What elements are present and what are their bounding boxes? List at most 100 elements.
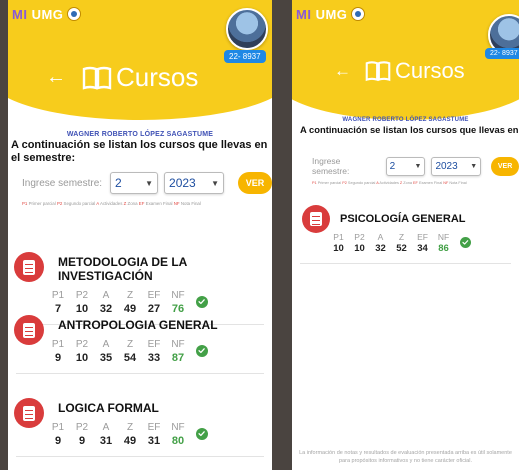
legend-desc: Actividades: [99, 201, 123, 206]
check-circle-icon: [460, 236, 471, 248]
grade-header: A: [102, 421, 110, 433]
grade-value: 33: [147, 351, 161, 364]
legend-key: P1: [22, 201, 28, 206]
legend-key: P1: [312, 181, 317, 185]
semester-label: Ingrese semestre:: [22, 177, 103, 189]
grade-value: 9: [78, 434, 86, 447]
course-icon: [14, 398, 44, 428]
course-name: ANTROPOLOGIA GENERAL: [58, 318, 218, 332]
legend-key: NF: [173, 201, 180, 206]
book-icon: [82, 66, 112, 90]
dropdown-caret-icon: ▼: [470, 162, 478, 170]
avatar[interactable]: [226, 8, 268, 50]
legend-desc: Segundo parcial: [63, 201, 96, 206]
document-icon: [22, 259, 36, 275]
grade-header: A: [377, 231, 384, 242]
back-arrow-icon[interactable]: ←: [334, 61, 351, 81]
grade-value: 54: [123, 351, 137, 364]
screen-left: MI UMG 22- 8937 ← Cursos WAGNER ROBERTO …: [8, 0, 272, 470]
legend-desc: Segundo parcial: [347, 181, 376, 185]
legend-key: P2: [342, 181, 347, 185]
grade-header: P1: [51, 289, 65, 301]
final-grade: 76: [171, 302, 185, 315]
year-select[interactable]: 2023 ▼: [164, 172, 224, 194]
grade-headers: P1 P2 A Z EF NF: [46, 422, 190, 433]
grade-headers: P1 P2 A Z EF NF: [328, 232, 454, 242]
grade-header: EF: [147, 338, 161, 350]
final-grade: 80: [171, 434, 185, 447]
student-id-badge: 22- 8937: [485, 48, 519, 59]
legend: P1 Primer parcial P2 Segundo parcial A A…: [312, 181, 467, 185]
year-select[interactable]: 2023 ▼: [431, 156, 482, 176]
grade-header: EF: [147, 421, 161, 433]
course-icon: [302, 205, 330, 233]
course-divider: [16, 455, 264, 457]
legend-key: EF: [413, 181, 418, 185]
grade-header: P2: [354, 231, 365, 242]
grade-value: 10: [354, 243, 365, 255]
grade-value: 7: [54, 302, 62, 315]
brand-logo: MI UMG: [12, 7, 82, 22]
grade-header: P2: [75, 421, 89, 433]
grade-header: A: [102, 338, 110, 350]
disclaimer-text: La información de notas y resultados de …: [299, 450, 512, 464]
grade-value: 27: [147, 302, 161, 315]
semester-select[interactable]: 2 ▼: [110, 172, 159, 194]
course-icon: [14, 252, 44, 282]
grade-header: EF: [417, 231, 428, 242]
crest-icon: [351, 7, 366, 21]
grade-header: P1: [51, 421, 65, 433]
ver-button[interactable]: VER: [491, 156, 519, 176]
grade-value: 9: [54, 434, 62, 447]
legend-desc: Actividades: [379, 181, 399, 185]
brand-logo: MI UMG: [296, 7, 366, 22]
legend-desc: Zona: [403, 181, 412, 185]
dropdown-caret-icon: ▼: [211, 178, 219, 188]
legend-desc: Primer parcial: [317, 181, 342, 185]
grade-header: P2: [75, 338, 89, 350]
grade-header: NF: [171, 289, 185, 301]
check-circle-icon: [196, 295, 208, 308]
title-row: ← Cursos: [46, 62, 198, 93]
legend-desc: Nota Final: [449, 181, 467, 185]
student-name: WAGNER ROBERTO LÓPEZ SAGASTUME: [66, 131, 214, 138]
grade-header: Z: [126, 338, 134, 350]
back-arrow-icon[interactable]: ←: [46, 66, 66, 89]
grade-value: 49: [123, 302, 137, 315]
legend: P1 Primer parcial P2 Segundo parcial A A…: [22, 201, 201, 206]
course-name: PSICOLOGÍA GENERAL: [340, 213, 466, 225]
grade-value: 9: [54, 351, 62, 364]
title-row: ← Cursos: [334, 58, 465, 84]
check-circle-icon: [196, 427, 208, 440]
intro-text: A continuación se listan los cursos que …: [11, 139, 268, 165]
grade-value: 31: [99, 434, 113, 447]
legend-key: P2: [56, 201, 63, 206]
dropdown-caret-icon: ▼: [145, 178, 154, 188]
semester-label: Ingrese semestre:: [312, 156, 350, 176]
intro-text: A continuación se listan los cursos que …: [300, 124, 519, 135]
document-icon: [310, 212, 322, 226]
semester-row: Ingrese semestre: 2 ▼ 2023 ▼ VER: [22, 172, 272, 194]
dropdown-caret-icon: ▼: [414, 162, 422, 170]
final-grade: 86: [438, 243, 449, 255]
student-name: WAGNER ROBERTO LÓPEZ SAGASTUME: [342, 117, 469, 123]
grade-value: 10: [75, 351, 89, 364]
grade-value: 35: [99, 351, 113, 364]
semester-select[interactable]: 2 ▼: [385, 156, 426, 176]
page-title: Cursos: [116, 62, 199, 92]
legend-key: EF: [138, 201, 145, 206]
grade-header: P1: [333, 231, 344, 242]
course-divider: [16, 372, 264, 374]
document-icon: [22, 322, 36, 338]
student-id-badge: 22- 8937: [224, 50, 266, 63]
document-icon: [22, 405, 36, 421]
grade-value: 34: [417, 243, 428, 255]
grade-value: 32: [99, 302, 113, 315]
ver-button[interactable]: VER: [238, 172, 272, 194]
final-grade: 87: [171, 351, 185, 364]
check-circle-icon: [196, 344, 208, 357]
grade-value: 52: [396, 243, 407, 255]
semester-row: Ingrese semestre: 2 ▼ 2023 ▼ VER: [312, 156, 519, 176]
grade-header: NF: [437, 231, 450, 242]
book-icon: [365, 61, 391, 82]
